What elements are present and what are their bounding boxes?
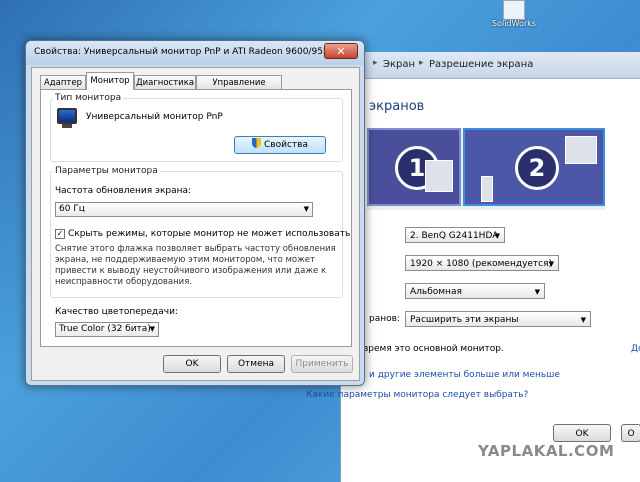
desktop-icon-label: SolidWorks (492, 19, 536, 28)
monitor-properties-dialog: Свойства: Универсальный монитор PnP и AT… (25, 40, 365, 386)
refresh-rate-label: Частота обновления экрана: (55, 186, 192, 196)
breadcrumb-resolution[interactable]: Разрешение экрана (429, 59, 533, 70)
group-label: Тип монитора (53, 93, 124, 103)
color-quality-label: Качество цветопередачи: (55, 307, 178, 317)
screen-resolution-window: ▸ Экран ▸ Разрешение экрана экранов 1 2 … (306, 52, 640, 482)
tab-diagnostics[interactable]: Диагностика (134, 75, 196, 89)
chevron-down-icon: ▼ (303, 205, 309, 213)
shield-icon (252, 138, 262, 148)
chevron-down-icon: ▼ (149, 325, 155, 333)
description-line: Снятие этого флажка позволяет выбрать ча… (55, 244, 336, 254)
chevron-down-icon: ▼ (534, 288, 540, 296)
resolution-select[interactable]: 1920 × 1080 (рекомендуется) ▼ (405, 255, 559, 271)
refresh-rate-select[interactable]: 60 Гц ▼ (55, 202, 313, 217)
description-line: неисправности оборудования. (55, 277, 193, 287)
close-button[interactable]: ✕ (324, 43, 358, 59)
cancel-button[interactable]: Отмена (227, 355, 285, 373)
close-icon: ✕ (336, 45, 346, 58)
check-icon: ✓ (56, 229, 64, 238)
monitor-icon (62, 124, 72, 128)
monitor-params-group: Параметры монитора Частота обновления эк… (50, 166, 350, 298)
solidworks-desktop-icon[interactable] (503, 0, 525, 20)
hide-modes-checkbox[interactable]: ✓ (55, 229, 65, 239)
breadcrumb-screen[interactable]: Экран (383, 59, 415, 70)
dialog-title: Свойства: Универсальный монитор PnP и AT… (34, 47, 338, 57)
monitor-type-group: Тип монитора Универсальный монитор PnP С… (50, 93, 343, 162)
detect-link[interactable]: До (631, 344, 640, 354)
group-label: Параметры монитора (53, 166, 160, 176)
tab-adapter[interactable]: Адаптер (40, 75, 86, 89)
description-line: экрана, не поддерживаемую этим монитором… (55, 255, 315, 265)
monitor-2-preview (565, 136, 597, 164)
dialog-body: Адаптер Монитор Диагностика Управление ц… (31, 67, 360, 381)
monitor-2[interactable]: 2 (463, 128, 605, 206)
description-line: привести к выводу неустойчивого изображе… (55, 266, 327, 276)
tab-color-management[interactable]: Управление цветом (196, 75, 282, 102)
multiple-displays-label: ранов: (369, 314, 400, 324)
watermark: YAPLAKAL.COM (478, 442, 615, 460)
cancel-button-partial[interactable]: О (621, 424, 640, 442)
chevron-down-icon: ▼ (580, 316, 586, 324)
color-quality-select[interactable]: True Color (32 бита) ▼ (55, 322, 159, 337)
apply-button[interactable]: Применить (291, 355, 353, 373)
ok-button[interactable]: OK (163, 355, 221, 373)
monitor-tab-panel: Тип монитора Универсальный монитор PnP С… (40, 89, 352, 347)
monitor-1-preview (425, 160, 453, 192)
dialog-titlebar[interactable]: Свойства: Универсальный монитор PnP и AT… (26, 41, 364, 65)
breadcrumb-separator: ▸ (419, 58, 424, 68)
tab-monitor[interactable]: Монитор (86, 72, 134, 90)
ok-button[interactable]: OK (553, 424, 611, 442)
display-select[interactable]: 2. BenQ G2411HDA ▼ (405, 227, 505, 243)
main-monitor-text: время это основной монитор. (363, 344, 504, 354)
monitor-icon (57, 108, 77, 124)
monitor-name: Универсальный монитор PnP (86, 112, 223, 122)
which-params-link[interactable]: Какие параметры монитора следует выбрать… (306, 390, 528, 400)
chevron-down-icon: ▼ (494, 232, 500, 240)
page-heading: экранов (369, 99, 425, 114)
monitor-arrangement: 1 2 (367, 128, 605, 210)
breadcrumb-separator: ▸ (373, 58, 378, 68)
monitor-number: 2 (515, 146, 559, 190)
address-bar: ▸ Экран ▸ Разрешение экрана (341, 52, 640, 79)
chevron-down-icon: ▼ (548, 260, 554, 268)
monitor-1[interactable]: 1 (367, 128, 461, 206)
monitor-2-tower (481, 176, 493, 202)
properties-button[interactable]: Свойства (234, 136, 326, 154)
multiple-displays-select[interactable]: Расширить эти экраны ▼ (405, 311, 591, 327)
hide-modes-label[interactable]: Скрыть режимы, которые монитор не может … (68, 229, 350, 239)
orientation-select[interactable]: Альбомная ▼ (405, 283, 545, 299)
text-size-link[interactable]: и другие элементы больше или меньше (369, 370, 560, 380)
